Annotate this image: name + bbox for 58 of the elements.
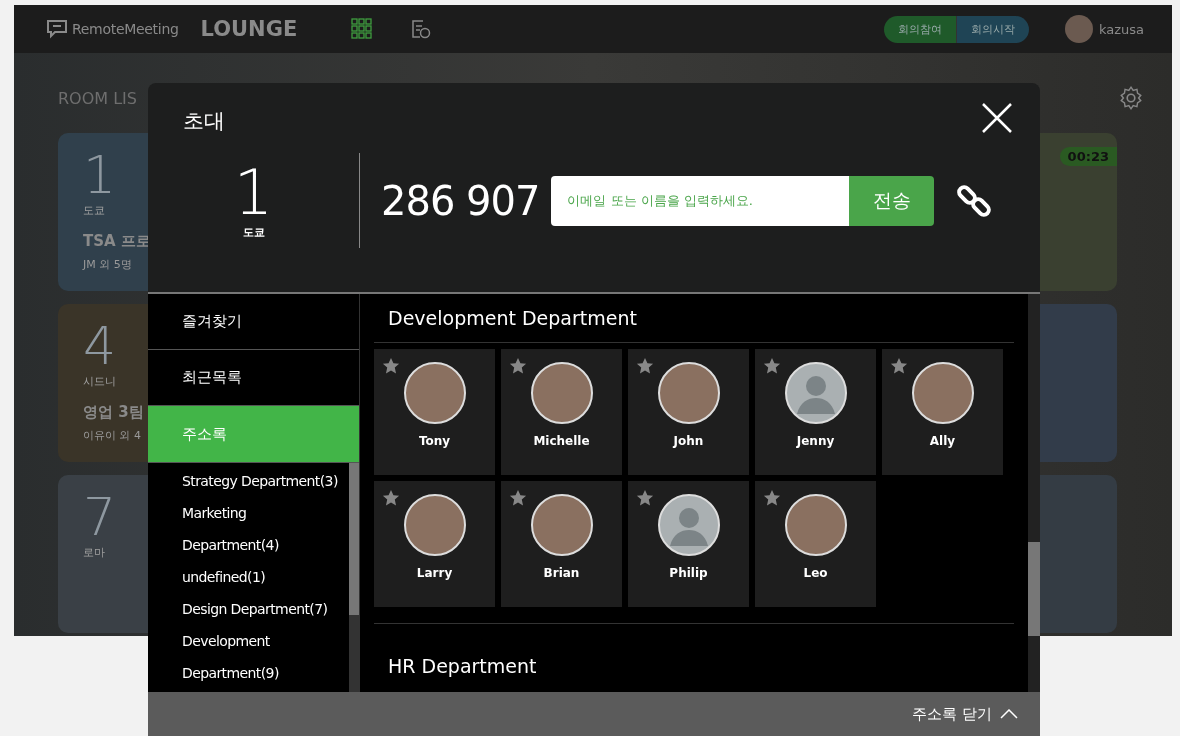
default-avatar-icon [784, 362, 847, 424]
star-icon[interactable] [763, 489, 781, 507]
meeting-button[interactable]: 회의시작 [956, 15, 1029, 43]
chat-logo-icon [46, 19, 68, 39]
scrollbar[interactable] [1028, 294, 1040, 692]
star-icon[interactable] [636, 489, 654, 507]
room-title: 영업 3팀 [83, 403, 144, 422]
dialog-title: 초대 [183, 108, 225, 135]
contact-tile[interactable]: Jenny [755, 349, 876, 475]
room-city: 도쿄 [242, 225, 265, 240]
scrollbar[interactable] [349, 463, 359, 692]
star-icon[interactable] [636, 357, 654, 375]
room-number: 4 [83, 318, 117, 374]
settings-icon[interactable] [1118, 85, 1144, 111]
contact-tile[interactable]: Tony [374, 349, 495, 475]
grid-icon[interactable] [351, 18, 374, 40]
room-list-title: ROOM LIS [58, 88, 137, 108]
room-participants: JM 외 5명 [83, 257, 132, 272]
room-city: 로마 [83, 545, 105, 560]
contact-tile[interactable]: Larry [374, 481, 495, 607]
close-address-book-button[interactable]: 주소록 닫기 [906, 703, 1024, 725]
default-avatar-icon [657, 494, 720, 556]
group-item[interactable]: Strategy Department(3) [182, 465, 340, 497]
room-number: 7 [83, 489, 117, 545]
caret-icon [1000, 709, 1018, 719]
group-item[interactable]: Design Department(7) [182, 593, 340, 625]
room-timer: 00:23 [1059, 147, 1117, 166]
department-title: HR Department [387, 654, 538, 679]
contact-tile[interactable]: Philip [628, 481, 749, 607]
contact-tile[interactable]: John [628, 349, 749, 475]
room-city: 도쿄 [83, 203, 105, 218]
room-participants: 이유이 외 4 [83, 428, 141, 443]
department-title: Development Department [374, 294, 1014, 343]
contact-tile[interactable]: Brian [501, 481, 622, 607]
invite-field[interactable]: 이메일 또는 이름을 입력하세요. [551, 175, 850, 226]
star-icon[interactable] [509, 357, 527, 375]
close-button[interactable] [980, 101, 1014, 135]
group-item[interactable]: undefined(1) [182, 561, 340, 593]
user-name[interactable]: kazusa [1098, 21, 1144, 37]
room-number: 1 [83, 147, 117, 203]
section-title: LOUNGE [200, 17, 298, 41]
contact-tile[interactable]: Ally [882, 349, 1003, 475]
star-icon[interactable] [509, 489, 527, 507]
star-icon[interactable] [763, 357, 781, 375]
contact-tile[interactable]: Leo [755, 481, 876, 607]
group-item[interactable]: Development Department(9) [182, 625, 340, 689]
brand-name: RemoteMeeting [72, 21, 179, 37]
room-number: 1 [233, 161, 274, 225]
contact-tile[interactable]: Michelle [501, 349, 622, 475]
meeting-button[interactable]: 회의참여 [883, 15, 957, 43]
star-icon[interactable] [382, 357, 400, 375]
star-icon[interactable] [382, 489, 400, 507]
star-icon[interactable] [890, 357, 908, 375]
group-item[interactable]: Marketing Department(4) [182, 497, 340, 561]
document-clock-icon[interactable] [409, 18, 432, 40]
user-avatar[interactable] [1064, 15, 1093, 43]
room-city: 시드니 [83, 374, 116, 389]
meeting-code: 286 907 [381, 177, 540, 224]
